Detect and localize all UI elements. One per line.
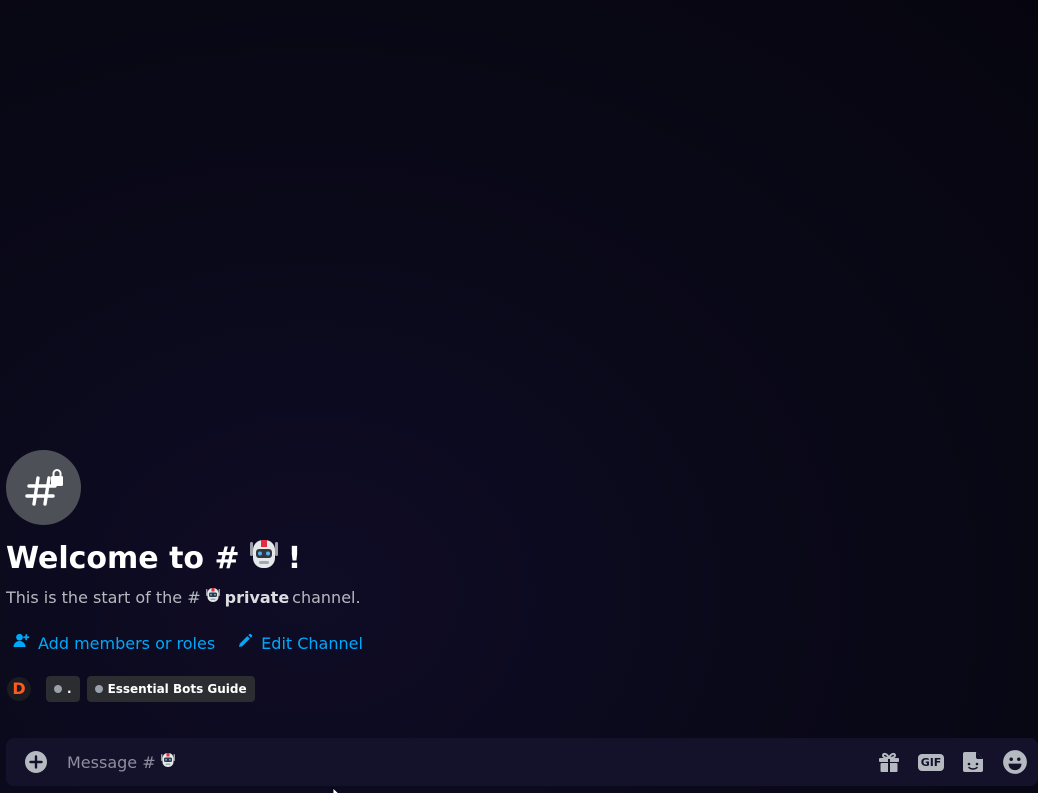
server-avatar[interactable]: D [7, 677, 31, 701]
tag2-label: Essential Bots Guide [107, 682, 247, 696]
emoji-button[interactable] [1002, 749, 1028, 775]
sticker-button[interactable] [960, 749, 986, 775]
emoji-icon [1003, 750, 1027, 774]
robot-emoji-icon [159, 751, 177, 773]
robot-emoji-icon [204, 586, 222, 608]
desc-suffix: channel. [292, 587, 361, 607]
tag1-label: . [67, 682, 72, 696]
pencil-icon [237, 633, 253, 653]
desc-channel-name: private [224, 587, 290, 607]
sticker-icon [963, 752, 983, 772]
status-dot-icon [54, 685, 62, 693]
composer-actions: GIF [876, 749, 1028, 775]
edit-channel-button[interactable]: Edit Channel [237, 633, 363, 653]
welcome-heading: Welcome to # ! [6, 539, 1026, 579]
add-user-icon [12, 632, 30, 654]
add-members-label: Add members or roles [38, 633, 216, 653]
message-placeholder: Message # [67, 752, 156, 772]
upload-plus-button[interactable] [24, 750, 48, 774]
avatar-letter: D [12, 679, 26, 698]
gift-button[interactable] [876, 749, 902, 775]
private-channel-icon [6, 450, 81, 525]
tag-essential-bots-guide[interactable]: Essential Bots Guide [86, 676, 255, 702]
message-input[interactable]: Message # [67, 738, 876, 786]
channel-description: This is the start of the # private chann… [6, 586, 1026, 608]
welcome-suffix: ! [287, 541, 302, 576]
mouse-cursor-icon [332, 783, 342, 793]
plus-circle-icon [25, 751, 47, 773]
robot-emoji-icon [246, 536, 282, 583]
channel-tags: D . Essential Bots Guide [6, 676, 1026, 702]
channel-actions: Add members or roles Edit Channel [6, 632, 1026, 654]
welcome-prefix: Welcome to # [6, 541, 240, 576]
message-composer: Message # GIF [6, 738, 1038, 786]
channel-welcome-section: Welcome to # ! This is the start of the … [6, 450, 1026, 702]
status-dot-icon [94, 685, 103, 693]
gif-button[interactable]: GIF [917, 749, 945, 775]
edit-channel-label: Edit Channel [261, 633, 363, 653]
tag-dot-button[interactable]: . [46, 676, 80, 702]
gif-icon: GIF [917, 753, 945, 771]
add-members-button[interactable]: Add members or roles [12, 632, 215, 654]
gift-icon [879, 752, 899, 772]
desc-prefix: This is the start of the # [6, 587, 201, 607]
